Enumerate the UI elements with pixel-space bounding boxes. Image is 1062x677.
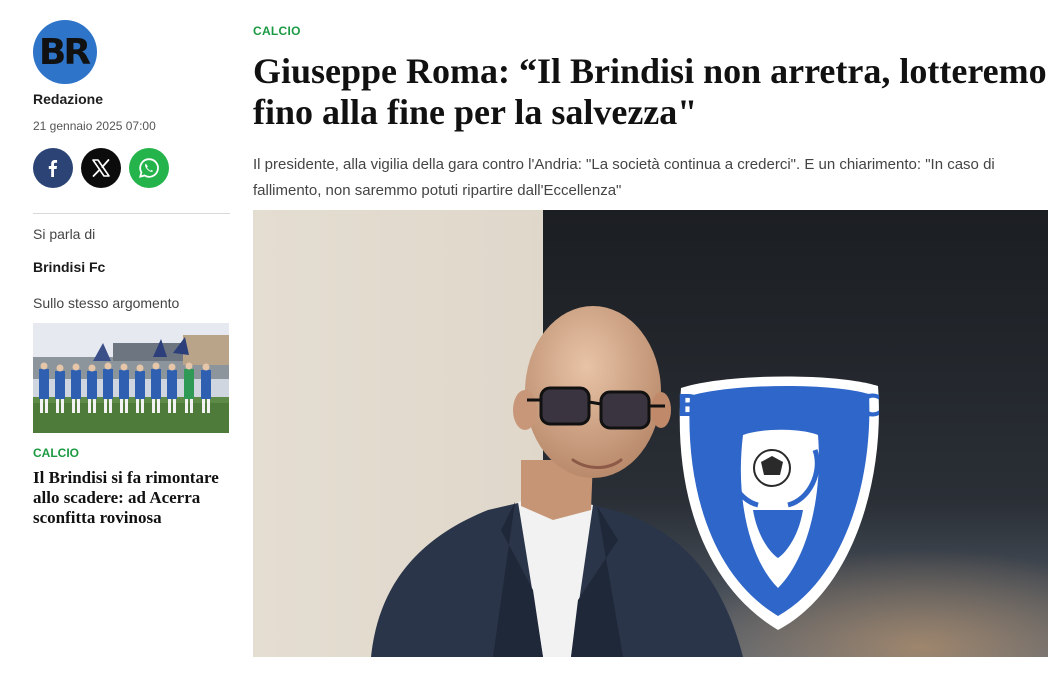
- sidebar-divider: [33, 213, 230, 214]
- article-hero-image: BRINDISI FC: [253, 210, 1048, 657]
- topic-tag-link[interactable]: Brindisi Fc: [33, 259, 230, 275]
- article-headline: Giuseppe Roma: “Il Brindisi non arretra,…: [253, 51, 1047, 132]
- x-share-button[interactable]: [81, 148, 121, 188]
- publish-date: 21 gennaio 2025 07:00: [33, 119, 156, 133]
- related-article-category[interactable]: CALCIO: [33, 446, 230, 460]
- related-section-label: Sullo stesso argomento: [33, 295, 180, 311]
- facebook-icon: [48, 160, 58, 177]
- article-subtitle: Il presidente, alla vigilia della gara c…: [253, 156, 995, 199]
- related-article-image[interactable]: [33, 323, 229, 433]
- author-avatar[interactable]: BR: [33, 20, 97, 84]
- share-buttons: [33, 148, 230, 188]
- related-article-title[interactable]: Il Brindisi si fa rimontare allo scadere…: [33, 468, 230, 528]
- crest-text: BRINDISI FC: [677, 389, 881, 424]
- article: CALCIO Giuseppe Roma: “Il Brindisi non a…: [253, 24, 1048, 657]
- x-icon: [92, 159, 110, 177]
- article-category[interactable]: CALCIO: [253, 24, 1048, 38]
- facebook-share-button[interactable]: [33, 148, 73, 188]
- author-name[interactable]: Redazione: [33, 91, 230, 107]
- topics-label: Si parla di: [33, 226, 96, 242]
- whatsapp-share-button[interactable]: [129, 148, 169, 188]
- avatar-logo-text: BR: [38, 31, 91, 73]
- whatsapp-icon: [139, 158, 159, 178]
- author-sidebar: BR Redazione 21 gennaio 2025 07:00 Si pa…: [33, 20, 230, 528]
